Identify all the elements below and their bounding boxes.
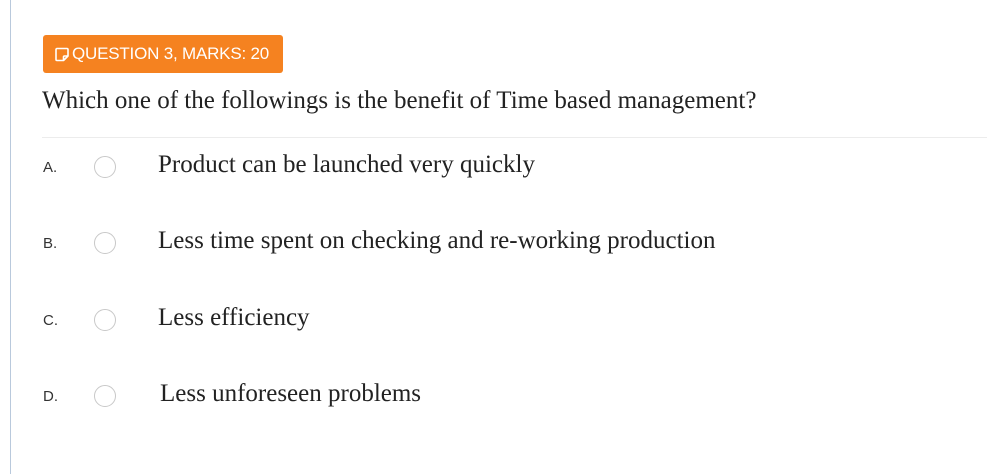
option-radio[interactable] [94,309,116,331]
left-border [10,0,11,474]
note-icon [55,47,69,62]
divider [42,137,987,138]
option-b[interactable]: B. Less time spent on checking and re-wo… [43,227,943,259]
question-text: Which one of the followings is the benef… [42,87,757,114]
option-letter: D. [43,388,58,405]
option-d[interactable]: D. Less unforeseen problems [43,380,943,412]
option-radio[interactable] [94,232,116,254]
option-radio[interactable] [94,385,116,407]
option-letter: A. [43,159,58,176]
option-label[interactable]: Product can be launched very quickly [158,151,535,179]
option-label[interactable]: Less unforeseen problems [160,380,421,408]
question-badge: QUESTION 3, MARKS: 20 [43,35,284,73]
option-letter: C. [43,312,58,329]
question-badge-label: QUESTION 3, MARKS: 20 [72,44,270,63]
option-label[interactable]: Less time spent on checking and re-worki… [158,227,716,255]
option-c[interactable]: C. Less efficiency [43,304,943,336]
option-radio[interactable] [94,156,116,178]
option-label[interactable]: Less efficiency [158,304,310,332]
option-letter: B. [43,235,58,252]
option-a[interactable]: A. Product can be launched very quickly [43,151,943,183]
